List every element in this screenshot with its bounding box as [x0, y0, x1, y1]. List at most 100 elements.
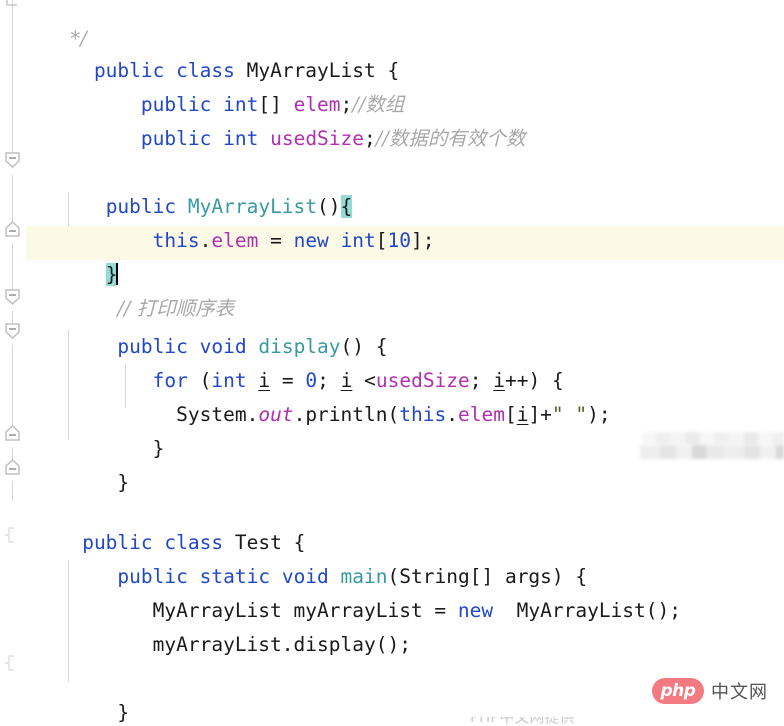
code-line-class-decl[interactable]: public class MyArrayList {: [0, 20, 784, 82]
token-paren-open: (: [387, 565, 400, 588]
token-keyword-public: public: [117, 565, 188, 588]
token-keyword-public: public: [117, 335, 188, 358]
fold-marker-end-for[interactable]: [4, 425, 21, 441]
token-type-myarraylist: MyArrayList: [152, 599, 282, 622]
token-dot: .: [446, 403, 458, 426]
token-type-myarraylist: MyArrayList: [516, 599, 646, 622]
token-type-myarraylist: MyArrayList: [246, 59, 376, 82]
token-keyword-public: public: [82, 531, 153, 554]
token-keyword-public: public: [140, 93, 212, 116]
code-editor-view[interactable]: */ public class MyArrayList { public int…: [0, 0, 784, 726]
token-bracket-close: ]: [411, 229, 423, 252]
token-brace-open: {: [293, 531, 306, 554]
token-brace-close: }: [117, 471, 130, 494]
token-paren-open: (: [387, 403, 400, 426]
token-keyword-public: public: [93, 59, 165, 82]
blurred-code-region: [642, 432, 784, 445]
token-number-10: 10: [387, 229, 412, 252]
token-var-args: args: [504, 565, 552, 588]
token-var-myarraylist: myArrayList: [152, 633, 282, 656]
token-field-out: out: [258, 403, 294, 426]
text-caret: [116, 263, 119, 285]
token-keyword-new: new: [293, 229, 329, 252]
token-method-display: display: [293, 633, 376, 656]
token-semicolon: ;: [364, 127, 376, 150]
token-semicolon: ;: [340, 93, 353, 116]
fold-marker-end-display[interactable]: [4, 459, 21, 475]
bottom-cutoff-text: PHP中文网提供: [470, 717, 660, 726]
token-call-parens: ();: [645, 599, 682, 622]
token-var-i: i: [516, 403, 529, 426]
token-keyword-new: new: [457, 599, 494, 622]
token-number-0: 0: [305, 369, 318, 392]
code-line-comment-end[interactable]: */: [0, 0, 784, 50]
token-comment-valid-count: //数据的有效个数: [375, 127, 526, 150]
token-bracket-close: ]+: [528, 403, 552, 426]
token-keyword-void: void: [199, 335, 247, 358]
token-field-elem: elem: [211, 229, 259, 252]
token-var-i: i: [493, 369, 506, 392]
token-string-space: " ": [551, 403, 588, 426]
token-parens: (): [340, 335, 365, 358]
fold-marker-expanded-display[interactable]: [4, 289, 21, 305]
token-keyword-this: this: [152, 229, 200, 252]
fold-rail-segment: [12, 18, 13, 160]
token-paren-close: ): [551, 565, 564, 588]
token-brace-close: }: [152, 437, 165, 460]
token-dot: .: [246, 403, 259, 426]
fold-marker-expanded-constructor[interactable]: [4, 152, 21, 168]
token-assign: =: [434, 599, 447, 622]
token-brace-open: {: [552, 369, 564, 392]
token-paren-open: (: [199, 369, 212, 392]
token-type-test: Test: [234, 531, 282, 554]
token-brace-open: {: [575, 565, 588, 588]
fold-rail-segment: [12, 481, 13, 501]
token-bracket-open: [: [375, 229, 388, 252]
editor-gutter[interactable]: [0, 0, 26, 726]
fold-marker-end-constructor[interactable]: [4, 221, 21, 237]
token-assign: =: [281, 369, 294, 392]
code-line-constructor-decl[interactable]: public MyArrayList(){: [0, 156, 784, 218]
token-increment: ++): [505, 369, 541, 392]
token-keyword-int: int: [223, 127, 259, 150]
token-bracket-open: [: [504, 403, 517, 426]
token-var-i: i: [340, 369, 353, 392]
token-comment-block-end: */: [70, 27, 87, 50]
fold-marker-comment-end[interactable]: [4, 0, 21, 11]
token-brace-close: }: [117, 701, 130, 724]
code-content[interactable]: */ public class MyArrayList { public int…: [0, 0, 784, 726]
token-keyword-for: for: [152, 369, 188, 392]
token-dot: .: [281, 633, 294, 656]
token-field-usedsize: usedSize: [375, 369, 470, 392]
bottom-cutoff-label: PHP中文网提供: [470, 717, 575, 726]
token-keyword-int: int: [340, 229, 376, 252]
token-field-usedsize: usedSize: [270, 127, 365, 150]
token-keyword-this: this: [399, 403, 447, 426]
token-constructor-name: MyArrayList: [187, 195, 318, 218]
token-keyword-class: class: [164, 531, 224, 554]
fold-marker-expanded-for[interactable]: [4, 323, 21, 339]
token-brace-open-matched: {: [340, 195, 353, 218]
token-paren-close: );: [587, 403, 611, 426]
token-semicolon: ;: [317, 369, 329, 392]
token-keyword-class: class: [176, 59, 235, 82]
token-array-brackets: []: [258, 93, 282, 116]
fold-rail-segment: [12, 345, 13, 432]
token-assign: =: [270, 229, 282, 252]
fold-marker-stub-end[interactable]: [4, 655, 21, 671]
token-brace-open: {: [375, 335, 388, 358]
token-method-main: main: [340, 565, 388, 588]
token-semicolon: ;: [422, 229, 435, 252]
fold-marker-stub-main[interactable]: [4, 527, 21, 543]
token-type-string: String: [399, 565, 470, 588]
token-semicolon: ;: [469, 369, 482, 392]
site-watermark: php 中文网: [652, 678, 768, 704]
token-field-elem: elem: [293, 93, 341, 116]
token-var-i: i: [258, 369, 271, 392]
token-comment-print-list: // 打印顺序表: [117, 297, 235, 320]
token-keyword-int: int: [211, 369, 247, 392]
token-dot: .: [293, 403, 306, 426]
token-keyword-int: int: [223, 93, 259, 116]
token-field-elem: elem: [457, 403, 505, 426]
code-line-test-class-decl[interactable]: public class Test {: [0, 492, 784, 554]
